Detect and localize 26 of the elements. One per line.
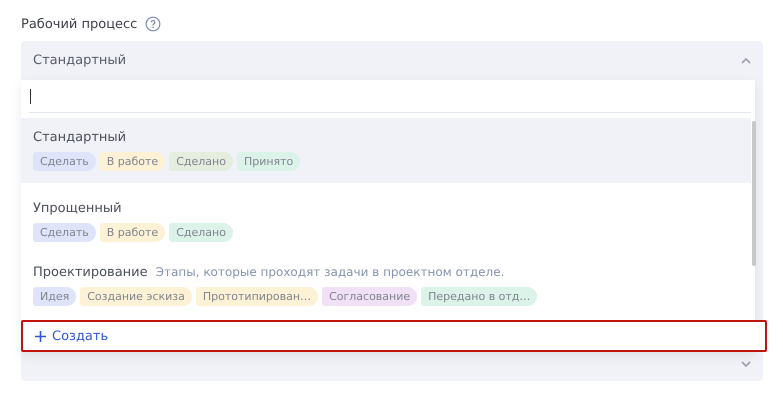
scrollbar[interactable] bbox=[752, 121, 756, 266]
status-tag: Создание эскиза bbox=[80, 287, 192, 306]
option-name: Проектирование bbox=[33, 265, 148, 280]
status-tag: Сделать bbox=[33, 223, 96, 242]
status-tag: Передано в отд… bbox=[421, 287, 538, 306]
option-name: Стандартный bbox=[33, 130, 126, 145]
create-button[interactable]: Создать bbox=[21, 320, 767, 352]
chevron-down-icon bbox=[741, 361, 751, 367]
status-tag: Согласование bbox=[322, 287, 418, 306]
workflow-select[interactable]: Стандартный bbox=[21, 41, 763, 80]
status-tag: Прототипирован… bbox=[196, 287, 318, 306]
help-icon[interactable] bbox=[145, 16, 162, 32]
status-tag: В работе bbox=[100, 223, 166, 242]
status-tag: Принято bbox=[236, 152, 300, 171]
status-tag: Сделано bbox=[169, 223, 233, 242]
status-tag: Сделать bbox=[33, 152, 96, 171]
status-tag: Сделано bbox=[169, 152, 233, 171]
workflow-option[interactable]: Стандартный Сделать В работе Сделано Принято bbox=[21, 118, 751, 183]
plus-icon bbox=[35, 330, 46, 342]
chevron-icon bbox=[741, 58, 751, 64]
status-tag: В работе bbox=[100, 152, 166, 171]
option-name: Упрощенный bbox=[33, 201, 122, 216]
text-cursor-icon bbox=[30, 88, 31, 104]
status-tag: Идея bbox=[33, 287, 76, 306]
option-description: Этапы, которые проходят задачи в проектном отделе. bbox=[156, 265, 504, 279]
field-label: Рабочий процесс bbox=[21, 16, 138, 32]
